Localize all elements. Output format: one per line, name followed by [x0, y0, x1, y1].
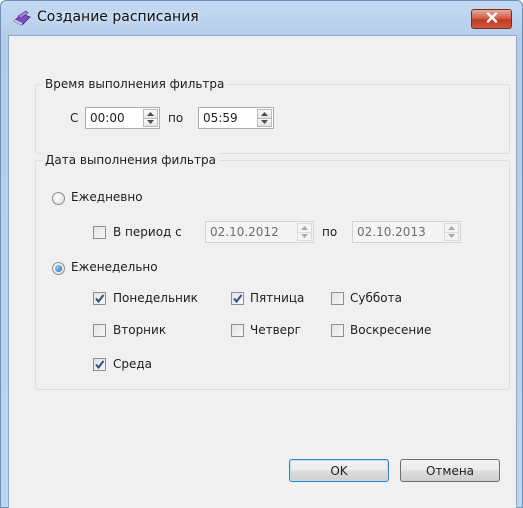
weekly-radio[interactable] [52, 262, 65, 275]
period-checkbox[interactable] [93, 226, 106, 239]
dialog-window: Создание расписания Время выполнения фил… [0, 0, 523, 508]
time-from-up-button[interactable] [143, 109, 158, 119]
period-label[interactable]: В период с [113, 225, 182, 239]
time-from-label: С [70, 111, 79, 125]
spin-up-icon [261, 111, 268, 116]
close-icon [486, 12, 498, 26]
spin-down-icon [261, 120, 268, 125]
radio-selected-dot [55, 265, 62, 272]
spin-up-icon [301, 225, 308, 230]
thursday-checkbox[interactable] [231, 324, 244, 337]
sunday-checkbox[interactable] [331, 324, 344, 337]
time-group-legend: Время выполнения фильтра [42, 77, 228, 91]
time-from-down-button[interactable] [143, 118, 158, 127]
time-from-spinbox[interactable]: 00:00 [85, 107, 160, 129]
thursday-label[interactable]: Четверг [250, 323, 301, 337]
cancel-button[interactable]: Отмена [400, 459, 500, 482]
period-from-up-button[interactable] [297, 223, 312, 233]
saturday-label[interactable]: Суббота [350, 291, 402, 305]
wednesday-label[interactable]: Среда [113, 357, 152, 371]
title-bar[interactable]: Создание расписания [1, 1, 522, 35]
period-from-down-button[interactable] [297, 232, 312, 241]
period-from-date-spinbox[interactable]: 02.10.2012 [205, 221, 314, 243]
time-to-label: по [168, 111, 184, 125]
weekly-label[interactable]: Еженедельно [71, 260, 158, 274]
spin-down-icon [448, 234, 455, 239]
sunday-label[interactable]: Воскресение [350, 323, 431, 337]
friday-checkbox[interactable] [231, 292, 244, 305]
daily-label[interactable]: Ежедневно [71, 190, 143, 204]
spin-down-icon [147, 120, 154, 125]
date-group-legend: Дата выполнения фильтра [42, 153, 219, 167]
spin-up-icon [448, 225, 455, 230]
period-to-date-spinbox[interactable]: 02.10.2013 [352, 221, 461, 243]
tuesday-label[interactable]: Вторник [113, 323, 166, 337]
close-button[interactable] [471, 9, 512, 29]
ok-button[interactable]: OK [289, 459, 389, 482]
check-mark-icon [95, 360, 105, 370]
time-to-spinbox[interactable]: 05:59 [198, 107, 274, 129]
check-mark-icon [233, 294, 243, 304]
saturday-checkbox[interactable] [331, 292, 344, 305]
wednesday-checkbox[interactable] [93, 358, 106, 371]
schedule-book-icon [13, 10, 31, 26]
period-to-up-button[interactable] [444, 223, 459, 233]
monday-checkbox[interactable] [93, 292, 106, 305]
dialog-body: Время выполнения фильтра С 00:00 по 05:5… [8, 35, 517, 508]
tuesday-checkbox[interactable] [93, 324, 106, 337]
cancel-button-label: Отмена [425, 463, 475, 478]
time-to-down-button[interactable] [257, 118, 272, 127]
time-to-value[interactable]: 05:59 [203, 111, 238, 125]
window-title: Создание расписания [37, 9, 199, 25]
monday-label[interactable]: Понедельник [113, 291, 198, 305]
daily-radio[interactable] [52, 192, 65, 205]
check-mark-icon [95, 294, 105, 304]
period-to-down-button[interactable] [444, 232, 459, 241]
time-from-value[interactable]: 00:00 [90, 111, 125, 125]
period-to-value[interactable]: 02.10.2013 [357, 225, 426, 239]
period-from-value[interactable]: 02.10.2012 [210, 225, 279, 239]
spin-up-icon [147, 111, 154, 116]
friday-label[interactable]: Пятница [250, 291, 304, 305]
spin-down-icon [301, 234, 308, 239]
ok-button-label: OK [330, 463, 348, 478]
time-to-up-button[interactable] [257, 109, 272, 119]
period-to-label: по [322, 225, 338, 239]
